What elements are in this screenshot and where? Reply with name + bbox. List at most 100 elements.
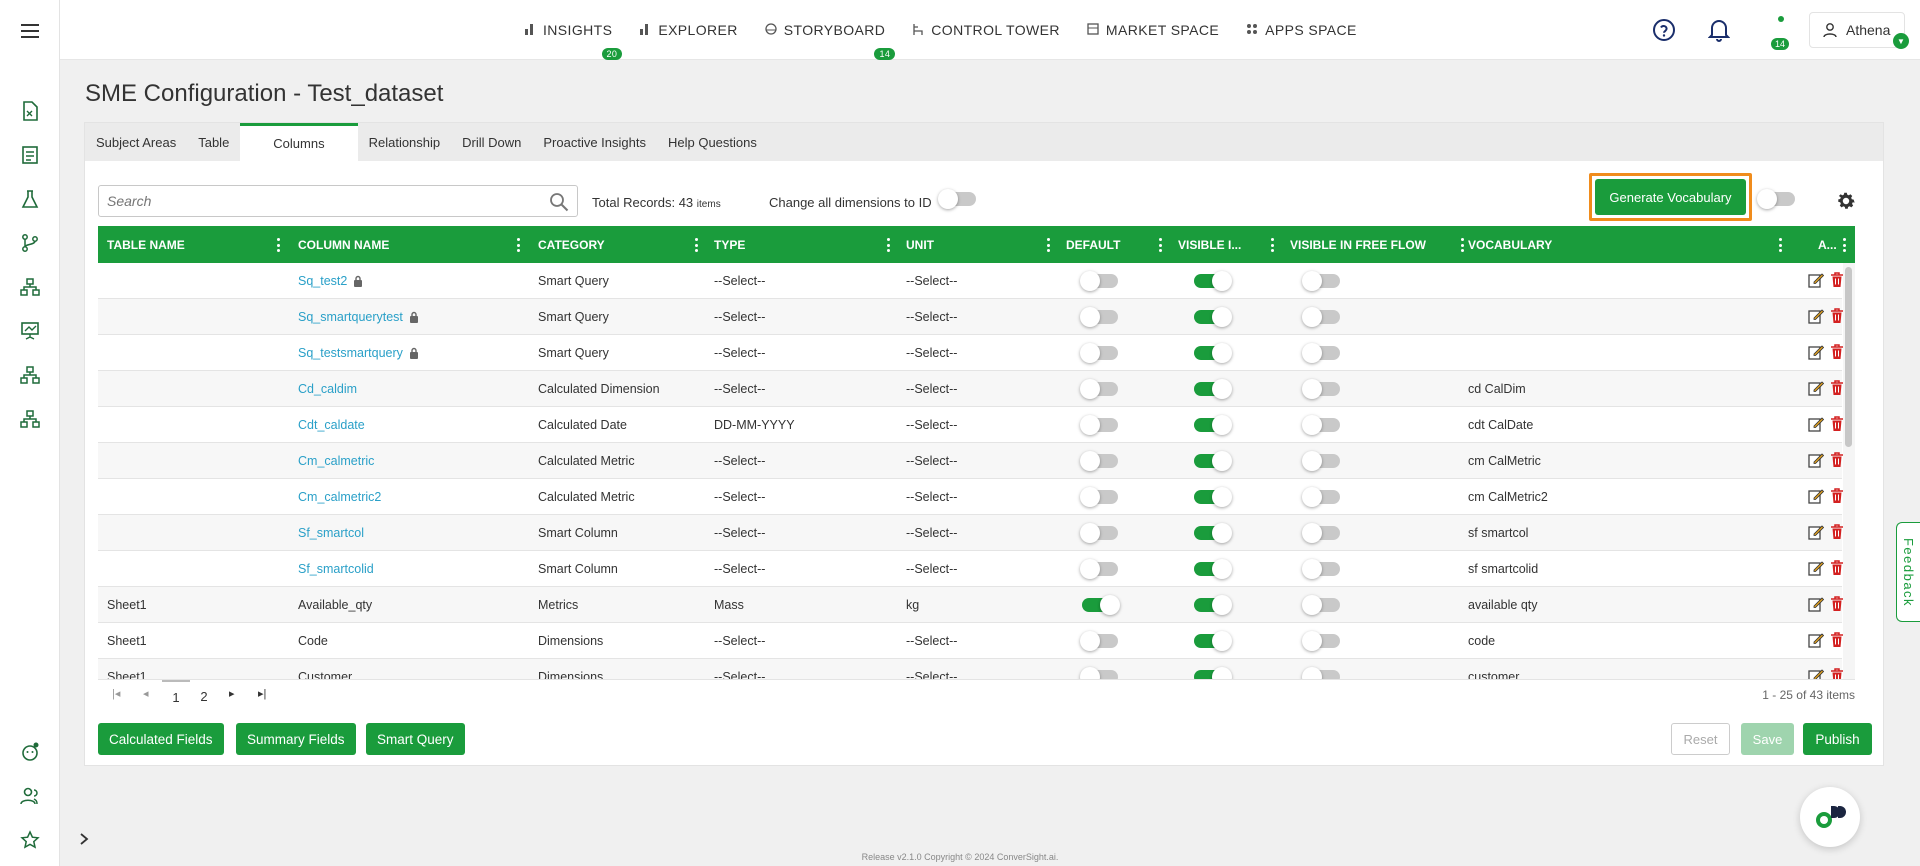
nav-item-control-tower[interactable]: CONTROL TOWER — [912, 22, 1060, 38]
edit-icon[interactable] — [1808, 524, 1825, 543]
flask-icon[interactable] — [18, 187, 42, 211]
column-header-0[interactable]: TABLE NAME — [107, 226, 185, 263]
smart-query-button[interactable]: Smart Query — [366, 723, 465, 755]
default-toggle[interactable] — [1080, 559, 1118, 579]
delete-icon[interactable] — [1830, 595, 1844, 615]
star-icon[interactable] — [18, 828, 42, 852]
calculated-fields-button[interactable]: Calculated Fields — [98, 723, 224, 755]
delete-icon[interactable] — [1830, 487, 1844, 507]
prev-page-icon[interactable]: ◂ — [143, 687, 149, 700]
first-page-icon[interactable]: |◂ — [112, 687, 120, 700]
branch-icon[interactable] — [18, 231, 42, 255]
free-flow-toggle[interactable] — [1302, 595, 1340, 615]
nav-item-explorer[interactable]: EXPLORER — [639, 22, 737, 38]
gear-icon[interactable] — [1835, 190, 1857, 217]
visible-toggle[interactable] — [1194, 271, 1232, 291]
feedback-tab[interactable]: Feedback — [1896, 522, 1920, 622]
delete-icon[interactable] — [1830, 631, 1844, 651]
table-scrollbar[interactable] — [1843, 263, 1855, 679]
edit-icon[interactable] — [1808, 416, 1825, 435]
column-header-2[interactable]: CATEGORY — [538, 226, 605, 263]
column-name-cell[interactable]: Cdt_caldate — [298, 407, 365, 443]
column-name-text[interactable]: Cd_caldim — [298, 382, 357, 396]
column-name-cell[interactable]: Sq_test2 — [298, 263, 363, 299]
tab-table[interactable]: Table — [187, 123, 240, 161]
default-toggle[interactable] — [1080, 523, 1118, 543]
column-menu-icon[interactable] — [1046, 238, 1050, 252]
delete-icon[interactable] — [1830, 523, 1844, 543]
vocabulary-toggle[interactable] — [1757, 189, 1795, 209]
column-name-text[interactable]: Cm_calmetric — [298, 454, 374, 468]
visible-toggle[interactable] — [1194, 487, 1232, 507]
nav-item-market-space[interactable]: MARKET SPACE — [1087, 22, 1219, 38]
column-name-cell[interactable]: Cm_calmetric2 — [298, 479, 381, 515]
visible-toggle[interactable] — [1194, 307, 1232, 327]
column-menu-icon[interactable] — [1158, 238, 1162, 252]
user-menu-caret-icon[interactable]: ▼ — [1893, 33, 1909, 49]
tab-relationship[interactable]: Relationship — [358, 123, 452, 161]
page-1[interactable]: 1 — [162, 680, 190, 712]
edit-icon[interactable] — [1808, 632, 1825, 651]
tab-subject-areas[interactable]: Subject Areas — [85, 123, 187, 161]
free-flow-toggle[interactable] — [1302, 523, 1340, 543]
next-page-icon[interactable]: ▸ — [229, 687, 235, 700]
publish-button[interactable]: Publish — [1803, 723, 1872, 755]
free-flow-toggle[interactable] — [1302, 631, 1340, 651]
bot-settings-icon[interactable] — [18, 740, 42, 764]
default-toggle[interactable] — [1080, 271, 1118, 291]
search-input[interactable] — [99, 186, 539, 216]
visible-toggle[interactable] — [1194, 559, 1232, 579]
column-name-text[interactable]: Cdt_caldate — [298, 418, 365, 432]
column-menu-icon[interactable] — [886, 238, 890, 252]
tab-help-questions[interactable]: Help Questions — [657, 123, 768, 161]
tab-proactive-insights[interactable]: Proactive Insights — [532, 123, 657, 161]
column-menu-icon[interactable] — [1270, 238, 1274, 252]
edit-icon[interactable] — [1808, 452, 1825, 471]
default-toggle[interactable] — [1080, 343, 1118, 363]
column-name-cell[interactable]: Sf_smartcol — [298, 515, 364, 551]
edit-icon[interactable] — [1808, 344, 1825, 363]
hierarchy-icon[interactable] — [18, 275, 42, 299]
free-flow-toggle[interactable] — [1302, 415, 1340, 435]
column-name-text[interactable]: Sf_smartcol — [298, 526, 364, 540]
column-name-text[interactable]: Sq_smartquerytest — [298, 310, 403, 324]
tab-columns[interactable]: Columns — [240, 123, 358, 161]
visible-toggle[interactable] — [1194, 379, 1232, 399]
delete-icon[interactable] — [1830, 379, 1844, 399]
column-header-5[interactable]: DEFAULT — [1066, 226, 1120, 263]
free-flow-toggle[interactable] — [1302, 451, 1340, 471]
save-button[interactable]: Save — [1741, 723, 1794, 755]
visible-toggle[interactable] — [1194, 523, 1232, 543]
column-header-9[interactable]: A... — [1818, 226, 1837, 263]
column-header-1[interactable]: COLUMN NAME — [298, 226, 389, 263]
change-dims-toggle[interactable] — [938, 189, 976, 209]
edit-icon[interactable] — [1808, 380, 1825, 399]
delete-icon[interactable] — [1830, 667, 1844, 679]
expand-chevron-icon[interactable] — [72, 827, 96, 851]
nav-item-insights[interactable]: INSIGHTS 20 — [524, 22, 623, 60]
default-toggle[interactable] — [1080, 379, 1118, 399]
visible-toggle[interactable] — [1194, 631, 1232, 651]
default-toggle[interactable] — [1080, 307, 1118, 327]
edit-icon[interactable] — [1808, 668, 1825, 679]
column-name-text[interactable]: Sq_testsmartquery — [298, 346, 403, 360]
free-flow-toggle[interactable] — [1302, 271, 1340, 291]
free-flow-toggle[interactable] — [1302, 667, 1340, 679]
delete-icon[interactable] — [1830, 271, 1844, 291]
notification-bell-icon[interactable] — [1707, 18, 1731, 47]
default-toggle[interactable] — [1080, 451, 1118, 471]
column-name-cell[interactable]: Sf_smartcolid — [298, 551, 374, 587]
column-header-3[interactable]: TYPE — [714, 226, 745, 263]
tab-drill-down[interactable]: Drill Down — [451, 123, 532, 161]
default-toggle[interactable] — [1080, 667, 1118, 679]
column-menu-icon[interactable] — [694, 238, 698, 252]
free-flow-toggle[interactable] — [1302, 379, 1340, 399]
hierarchy-icon-3[interactable] — [18, 407, 42, 431]
presentation-icon[interactable] — [18, 319, 42, 343]
free-flow-toggle[interactable] — [1302, 487, 1340, 507]
search-icon[interactable] — [549, 192, 569, 217]
edit-icon[interactable] — [1808, 272, 1825, 291]
document-icon[interactable] — [18, 99, 42, 123]
column-name-text[interactable]: Cm_calmetric2 — [298, 490, 381, 504]
default-toggle[interactable] — [1080, 631, 1118, 651]
